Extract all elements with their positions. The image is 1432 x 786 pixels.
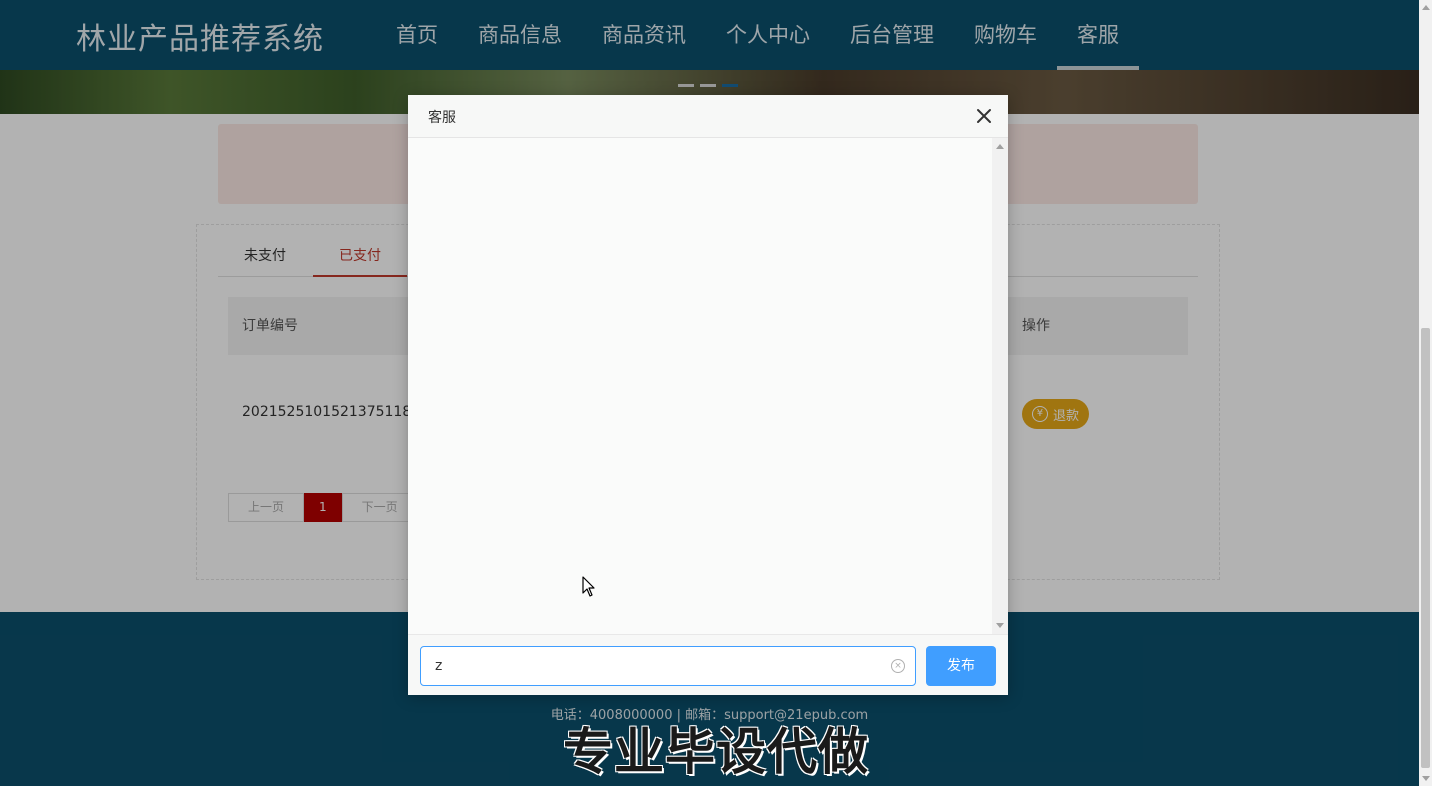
publish-button[interactable]: 发布 [926, 646, 996, 686]
dialog-title: 客服 [428, 110, 456, 126]
page-scrollbar-thumb[interactable] [1421, 328, 1430, 768]
scroll-down-icon[interactable] [996, 623, 1004, 628]
close-icon[interactable] [974, 106, 994, 126]
chat-messages-area[interactable] [408, 138, 1008, 634]
dialog-header: 客服 [408, 95, 1008, 138]
scroll-up-icon[interactable] [996, 144, 1004, 149]
chat-input[interactable] [421, 647, 881, 685]
chat-input-wrapper: × [420, 646, 916, 686]
scroll-up-icon[interactable] [1422, 5, 1430, 10]
scroll-down-icon[interactable] [1422, 776, 1430, 781]
mouse-cursor-icon [582, 576, 596, 598]
page-scrollbar[interactable] [1419, 0, 1432, 786]
clear-input-icon[interactable]: × [891, 659, 905, 673]
chat-scrollbar[interactable] [992, 138, 1008, 634]
customer-service-dialog: 客服 × 发布 [408, 95, 1008, 695]
dialog-footer: × 发布 [408, 634, 1008, 695]
watermark-text: 专业毕设代做 [563, 723, 869, 781]
